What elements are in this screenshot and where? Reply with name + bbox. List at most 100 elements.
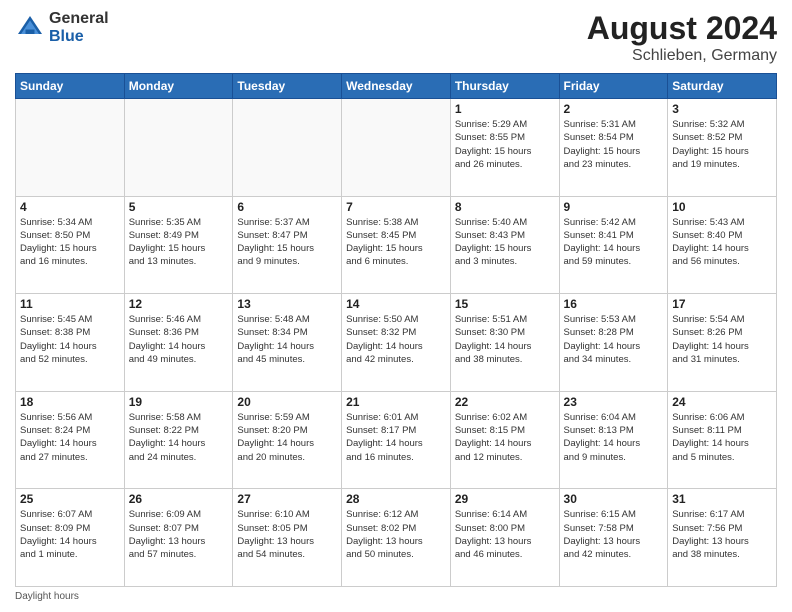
day-number: 10 bbox=[672, 200, 772, 214]
day-info: Sunrise: 6:06 AM Sunset: 8:11 PM Dayligh… bbox=[672, 411, 772, 464]
day-number: 18 bbox=[20, 395, 120, 409]
calendar-week-5: 25Sunrise: 6:07 AM Sunset: 8:09 PM Dayli… bbox=[16, 489, 777, 587]
calendar-cell-w3-d1: 11Sunrise: 5:45 AM Sunset: 8:38 PM Dayli… bbox=[16, 294, 125, 392]
day-info: Sunrise: 5:58 AM Sunset: 8:22 PM Dayligh… bbox=[129, 411, 229, 464]
day-number: 8 bbox=[455, 200, 555, 214]
day-info: Sunrise: 6:14 AM Sunset: 8:00 PM Dayligh… bbox=[455, 508, 555, 561]
calendar-week-2: 4 Sunrise: 5:34 AM Sunset: 8:50 PM Daylig… bbox=[16, 196, 777, 294]
day-number: 3 bbox=[672, 102, 772, 116]
daylight-note: Daylight hours bbox=[15, 591, 79, 602]
day-info: Sunrise: 5:32 AM Sunset: 8:52 PM Dayligh… bbox=[672, 118, 772, 171]
day-info: Sunrise: 5:50 AM Sunset: 8:32 PM Dayligh… bbox=[346, 313, 446, 366]
day-number: 4 bbox=[20, 200, 120, 214]
logo-text: General Blue bbox=[49, 10, 109, 45]
calendar-cell-w3-d7: 17Sunrise: 5:54 AM Sunset: 8:26 PM Dayli… bbox=[668, 294, 777, 392]
day-number: 1 bbox=[455, 102, 555, 116]
calendar-cell-w5-d1: 25Sunrise: 6:07 AM Sunset: 8:09 PM Dayli… bbox=[16, 489, 125, 587]
day-info: Sunrise: 5:53 AM Sunset: 8:28 PM Dayligh… bbox=[564, 313, 664, 366]
logo-general-text: General bbox=[49, 10, 109, 28]
logo-blue-text: Blue bbox=[49, 28, 109, 46]
calendar-cell-w3-d2: 12 Sunrise: 5:46 AM Sunset: 8:36 PM Dayli… bbox=[124, 294, 233, 392]
day-info: Sunrise: 5:48 AM Sunset: 8:34 PM Dayligh… bbox=[237, 313, 337, 366]
calendar-cell-w3-d6: 16Sunrise: 5:53 AM Sunset: 8:28 PM Dayli… bbox=[559, 294, 668, 392]
day-info: Sunrise: 6:04 AM Sunset: 8:13 PM Dayligh… bbox=[564, 411, 664, 464]
day-info: Sunrise: 5:40 AM Sunset: 8:43 PM Dayligh… bbox=[455, 216, 555, 269]
day-info: Sunrise: 6:17 AM Sunset: 7:56 PM Dayligh… bbox=[672, 508, 772, 561]
day-number: 5 bbox=[129, 200, 229, 214]
calendar-cell-w4-d3: 20 Sunrise: 5:59 AM Sunset: 8:20 PM Dayli… bbox=[233, 391, 342, 489]
calendar-cell-w2-d5: 8 Sunrise: 5:40 AM Sunset: 8:43 PM Daylig… bbox=[450, 196, 559, 294]
day-info: Sunrise: 6:09 AM Sunset: 8:07 PM Dayligh… bbox=[129, 508, 229, 561]
calendar-cell-w5-d3: 27Sunrise: 6:10 AM Sunset: 8:05 PM Dayli… bbox=[233, 489, 342, 587]
col-wednesday: Wednesday bbox=[342, 74, 451, 99]
day-info: Sunrise: 5:38 AM Sunset: 8:45 PM Dayligh… bbox=[346, 216, 446, 269]
day-number: 6 bbox=[237, 200, 337, 214]
calendar-cell-w4-d5: 22 Sunrise: 6:02 AM Sunset: 8:15 PM Dayli… bbox=[450, 391, 559, 489]
day-number: 22 bbox=[455, 395, 555, 409]
calendar-cell-w1-d4 bbox=[342, 99, 451, 197]
day-info: Sunrise: 6:02 AM Sunset: 8:15 PM Dayligh… bbox=[455, 411, 555, 464]
logo: General Blue bbox=[15, 10, 109, 45]
header: General Blue August 2024 Schlieben, Germ… bbox=[15, 10, 777, 65]
day-number: 29 bbox=[455, 492, 555, 506]
calendar-cell-w1-d3 bbox=[233, 99, 342, 197]
day-info: Sunrise: 5:42 AM Sunset: 8:41 PM Dayligh… bbox=[564, 216, 664, 269]
col-tuesday: Tuesday bbox=[233, 74, 342, 99]
day-number: 31 bbox=[672, 492, 772, 506]
day-number: 14 bbox=[346, 297, 446, 311]
calendar-cell-w4-d7: 24 Sunrise: 6:06 AM Sunset: 8:11 PM Dayli… bbox=[668, 391, 777, 489]
day-number: 25 bbox=[20, 492, 120, 506]
col-friday: Friday bbox=[559, 74, 668, 99]
day-number: 21 bbox=[346, 395, 446, 409]
calendar-cell-w2-d6: 9 Sunrise: 5:42 AM Sunset: 8:41 PM Daylig… bbox=[559, 196, 668, 294]
day-info: Sunrise: 5:46 AM Sunset: 8:36 PM Dayligh… bbox=[129, 313, 229, 366]
calendar-cell-w4-d6: 23Sunrise: 6:04 AM Sunset: 8:13 PM Dayli… bbox=[559, 391, 668, 489]
day-info: Sunrise: 6:15 AM Sunset: 7:58 PM Dayligh… bbox=[564, 508, 664, 561]
page: General Blue August 2024 Schlieben, Germ… bbox=[0, 0, 792, 612]
day-info: Sunrise: 6:12 AM Sunset: 8:02 PM Dayligh… bbox=[346, 508, 446, 561]
calendar-cell-w1-d5: 1 Sunrise: 5:29 AM Sunset: 8:55 PM Daylig… bbox=[450, 99, 559, 197]
day-info: Sunrise: 5:59 AM Sunset: 8:20 PM Dayligh… bbox=[237, 411, 337, 464]
calendar-cell-w3-d3: 13 Sunrise: 5:48 AM Sunset: 8:34 PM Dayli… bbox=[233, 294, 342, 392]
day-info: Sunrise: 6:01 AM Sunset: 8:17 PM Dayligh… bbox=[346, 411, 446, 464]
day-number: 30 bbox=[564, 492, 664, 506]
day-number: 13 bbox=[237, 297, 337, 311]
day-number: 7 bbox=[346, 200, 446, 214]
col-sunday: Sunday bbox=[16, 74, 125, 99]
day-info: Sunrise: 5:35 AM Sunset: 8:49 PM Dayligh… bbox=[129, 216, 229, 269]
title-block: August 2024 Schlieben, Germany bbox=[587, 10, 777, 65]
day-info: Sunrise: 5:56 AM Sunset: 8:24 PM Dayligh… bbox=[20, 411, 120, 464]
day-number: 17 bbox=[672, 297, 772, 311]
day-info: Sunrise: 6:10 AM Sunset: 8:05 PM Dayligh… bbox=[237, 508, 337, 561]
day-number: 12 bbox=[129, 297, 229, 311]
calendar-cell-w4-d4: 21 Sunrise: 6:01 AM Sunset: 8:17 PM Dayli… bbox=[342, 391, 451, 489]
day-number: 24 bbox=[672, 395, 772, 409]
calendar-cell-w2-d4: 7 Sunrise: 5:38 AM Sunset: 8:45 PM Daylig… bbox=[342, 196, 451, 294]
day-number: 11 bbox=[20, 297, 120, 311]
calendar-cell-w1-d2 bbox=[124, 99, 233, 197]
calendar-cell-w1-d6: 2 Sunrise: 5:31 AM Sunset: 8:54 PM Daylig… bbox=[559, 99, 668, 197]
calendar-table: Sunday Monday Tuesday Wednesday Thursday… bbox=[15, 73, 777, 587]
day-number: 20 bbox=[237, 395, 337, 409]
day-info: Sunrise: 5:31 AM Sunset: 8:54 PM Dayligh… bbox=[564, 118, 664, 171]
calendar-week-4: 18 Sunrise: 5:56 AM Sunset: 8:24 PM Dayli… bbox=[16, 391, 777, 489]
day-info: Sunrise: 5:51 AM Sunset: 8:30 PM Dayligh… bbox=[455, 313, 555, 366]
calendar-cell-w2-d2: 5 Sunrise: 5:35 AM Sunset: 8:49 PM Daylig… bbox=[124, 196, 233, 294]
calendar-week-3: 11Sunrise: 5:45 AM Sunset: 8:38 PM Dayli… bbox=[16, 294, 777, 392]
calendar-week-1: 1 Sunrise: 5:29 AM Sunset: 8:55 PM Daylig… bbox=[16, 99, 777, 197]
day-info: Sunrise: 5:43 AM Sunset: 8:40 PM Dayligh… bbox=[672, 216, 772, 269]
calendar-cell-w2-d1: 4 Sunrise: 5:34 AM Sunset: 8:50 PM Daylig… bbox=[16, 196, 125, 294]
calendar-cell-w4-d2: 19Sunrise: 5:58 AM Sunset: 8:22 PM Dayli… bbox=[124, 391, 233, 489]
col-saturday: Saturday bbox=[668, 74, 777, 99]
calendar-cell-w1-d1 bbox=[16, 99, 125, 197]
day-info: Sunrise: 5:37 AM Sunset: 8:47 PM Dayligh… bbox=[237, 216, 337, 269]
calendar-cell-w3-d4: 14 Sunrise: 5:50 AM Sunset: 8:32 PM Dayli… bbox=[342, 294, 451, 392]
day-info: Sunrise: 5:34 AM Sunset: 8:50 PM Dayligh… bbox=[20, 216, 120, 269]
calendar-cell-w5-d6: 30 Sunrise: 6:15 AM Sunset: 7:58 PM Dayli… bbox=[559, 489, 668, 587]
calendar-cell-w2-d7: 10 Sunrise: 5:43 AM Sunset: 8:40 PM Dayli… bbox=[668, 196, 777, 294]
day-number: 9 bbox=[564, 200, 664, 214]
day-number: 2 bbox=[564, 102, 664, 116]
day-info: Sunrise: 5:29 AM Sunset: 8:55 PM Dayligh… bbox=[455, 118, 555, 171]
day-number: 28 bbox=[346, 492, 446, 506]
day-number: 26 bbox=[129, 492, 229, 506]
